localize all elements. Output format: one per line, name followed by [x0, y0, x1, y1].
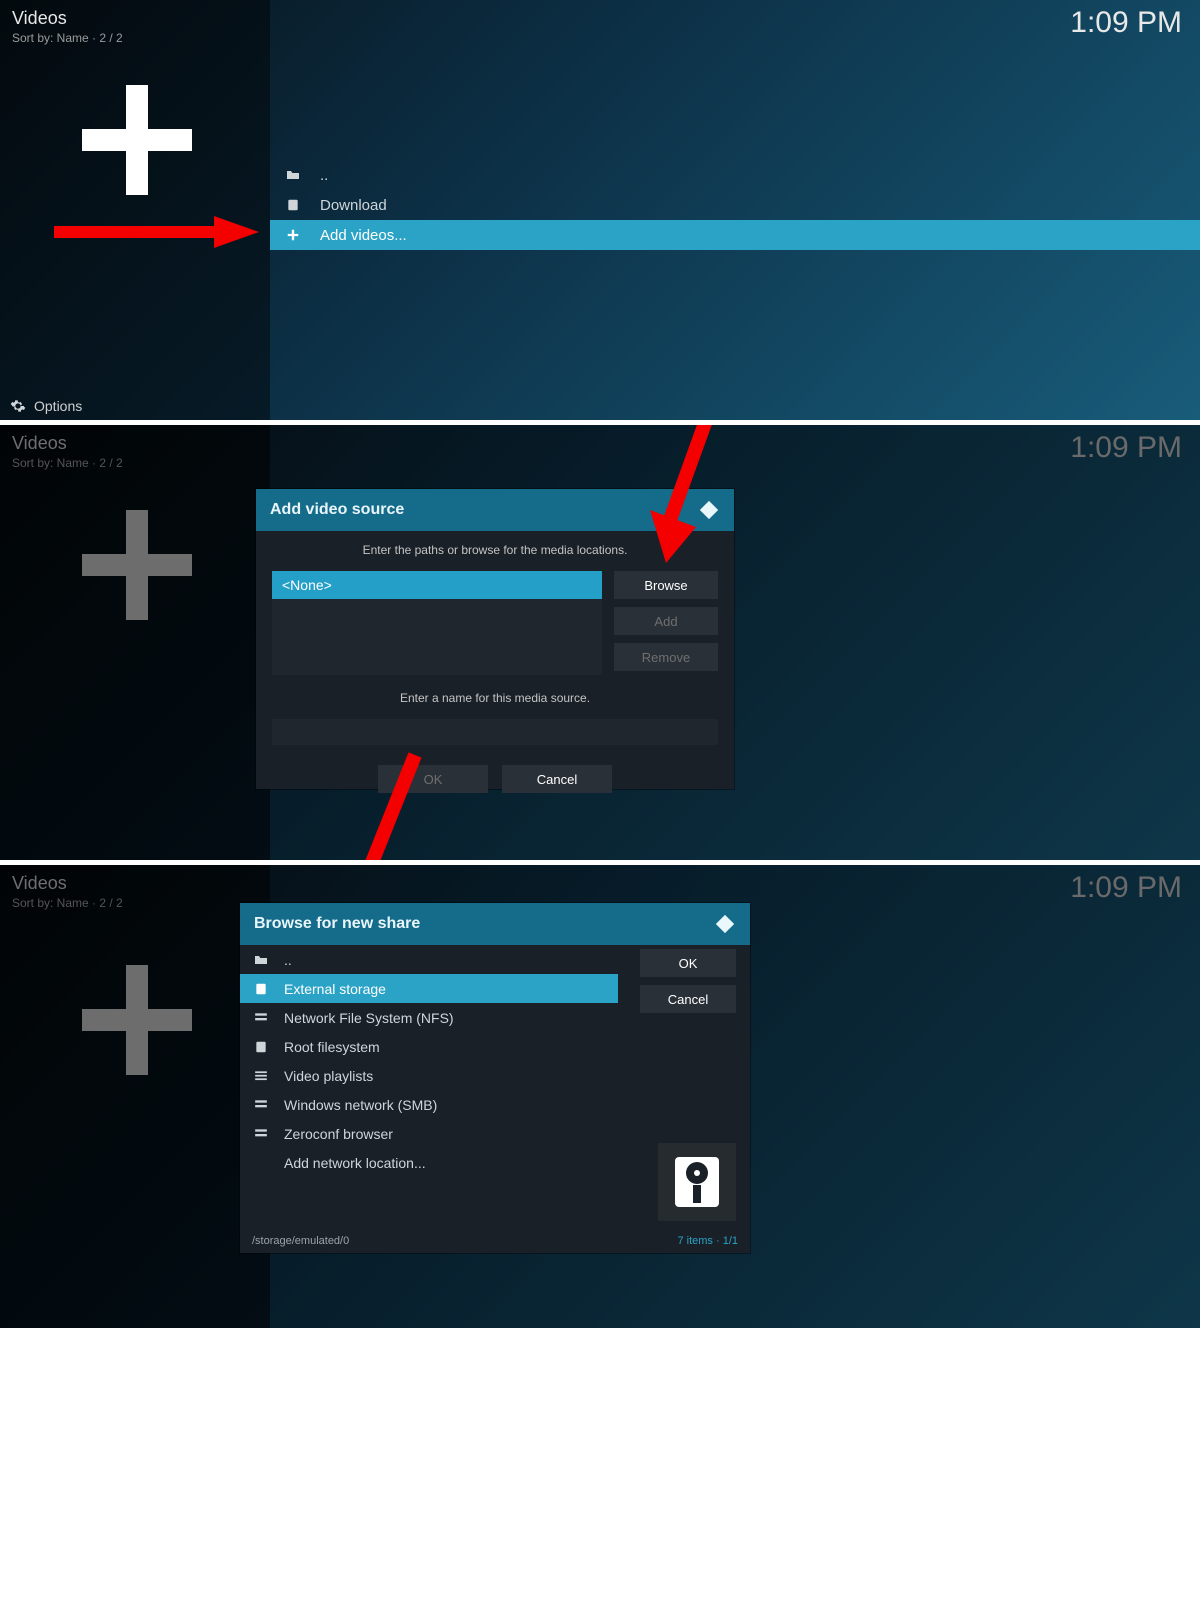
clock: 1:09 PM: [1070, 431, 1182, 465]
list-item[interactable]: Zeroconf browser: [240, 1119, 618, 1148]
storage-thumbnail: [658, 1143, 736, 1221]
dialog-body: Enter the paths or browse for the media …: [256, 531, 734, 809]
add-video-source-dialog: Add video source Enter the paths or brow…: [256, 489, 734, 789]
net-icon: [252, 1099, 270, 1111]
list-item[interactable]: Video playlists: [240, 1061, 618, 1090]
sort-indicator: Sort by: Name · 2 / 2: [12, 31, 258, 45]
harddrive-icon: [673, 1155, 721, 1209]
page-title: Videos: [12, 8, 258, 29]
browse-button[interactable]: Browse: [614, 571, 718, 599]
screenshot-2: Videos Sort by: Name · 2 / 2 1:09 PM Add…: [0, 425, 1200, 860]
file-list: .. Download Add videos...: [270, 160, 1200, 250]
paths-list[interactable]: <None>: [272, 571, 602, 675]
path-entry[interactable]: <None>: [272, 571, 602, 599]
list-item[interactable]: Network File System (NFS): [240, 1003, 618, 1032]
list-item[interactable]: Root filesystem: [240, 1032, 618, 1061]
list-item[interactable]: ..: [270, 160, 1200, 190]
sidebar: Videos Sort by: Name · 2 / 2: [0, 425, 270, 860]
ok-button[interactable]: OK: [378, 765, 488, 793]
page-title: Videos: [12, 433, 258, 454]
cancel-button[interactable]: Cancel: [502, 765, 612, 793]
add-path-button[interactable]: Add: [614, 607, 718, 635]
folder-up-icon: [284, 169, 302, 181]
list-item-label: Add videos...: [320, 227, 407, 244]
add-source-plus-icon: [82, 510, 192, 620]
gear-icon: [10, 398, 26, 414]
dialog-instruction: Enter the paths or browse for the media …: [272, 543, 718, 557]
dialog-title: Browse for new share: [254, 915, 420, 933]
plus-icon: [284, 228, 302, 242]
list-item-label: Download: [320, 197, 387, 214]
add-source-plus-icon: [82, 965, 192, 1075]
clock: 1:09 PM: [1070, 6, 1182, 40]
options-label: Options: [34, 398, 82, 414]
clock: 1:09 PM: [1070, 871, 1182, 905]
sidebar: Videos Sort by: Name · 2 / 2 Options: [0, 0, 270, 420]
list-item-label: ..: [320, 167, 328, 184]
device-icon: [252, 982, 270, 996]
item-count: 7 items · 1/1: [677, 1235, 738, 1247]
list-item-add-network-location[interactable]: Add network location...: [240, 1148, 618, 1177]
list-item[interactable]: Windows network (SMB): [240, 1090, 618, 1119]
list-item-label: Root filesystem: [284, 1039, 380, 1055]
dialog-title: Add video source: [270, 501, 404, 519]
page-title: Videos: [12, 873, 258, 894]
sidebar: Videos Sort by: Name · 2 / 2: [0, 865, 270, 1328]
browse-share-dialog: Browse for new share .. External storage…: [240, 903, 750, 1253]
share-list: .. External storage Network File System …: [240, 945, 618, 1177]
list-icon: [252, 1070, 270, 1082]
list-item-label: ..: [284, 952, 292, 968]
dialog-header: Add video source: [256, 489, 734, 531]
sort-indicator: Sort by: Name · 2 / 2: [12, 896, 258, 910]
name-instruction: Enter a name for this media source.: [272, 691, 718, 705]
page-padding: [0, 1328, 1200, 1620]
list-item-add-videos[interactable]: Add videos...: [270, 220, 1200, 250]
dialog-header: Browse for new share: [240, 903, 750, 945]
device-icon: [284, 198, 302, 212]
ok-button[interactable]: OK: [640, 949, 736, 977]
screenshot-3: Videos Sort by: Name · 2 / 2 1:09 PM Bro…: [0, 865, 1200, 1328]
list-item-label: Network File System (NFS): [284, 1010, 454, 1026]
list-item-label: External storage: [284, 981, 386, 997]
list-item-label: Windows network (SMB): [284, 1097, 437, 1113]
source-name-input[interactable]: [272, 719, 718, 745]
sort-indicator: Sort by: Name · 2 / 2: [12, 456, 258, 470]
list-item-label: Add network location...: [284, 1155, 426, 1171]
add-source-plus-icon: [82, 85, 192, 195]
list-item[interactable]: Download: [270, 190, 1200, 220]
list-item-external-storage[interactable]: External storage: [240, 974, 618, 1003]
kodi-logo-icon: [714, 913, 736, 935]
net-icon: [252, 1012, 270, 1024]
kodi-logo-icon: [698, 499, 720, 521]
paths-empty-area: [272, 599, 602, 675]
options-button[interactable]: Options: [10, 398, 82, 414]
net-icon: [252, 1128, 270, 1140]
current-path: /storage/emulated/0: [252, 1235, 349, 1247]
folder-up-icon: [252, 954, 270, 966]
screenshot-1: Videos Sort by: Name · 2 / 2 Options 1:0…: [0, 0, 1200, 420]
list-item-label: Video playlists: [284, 1068, 373, 1084]
cancel-button[interactable]: Cancel: [640, 985, 736, 1013]
list-item[interactable]: ..: [240, 945, 618, 974]
dialog-footer: /storage/emulated/0 7 items · 1/1: [252, 1235, 738, 1247]
list-item-label: Zeroconf browser: [284, 1126, 393, 1142]
remove-path-button[interactable]: Remove: [614, 643, 718, 671]
device-icon: [252, 1040, 270, 1054]
